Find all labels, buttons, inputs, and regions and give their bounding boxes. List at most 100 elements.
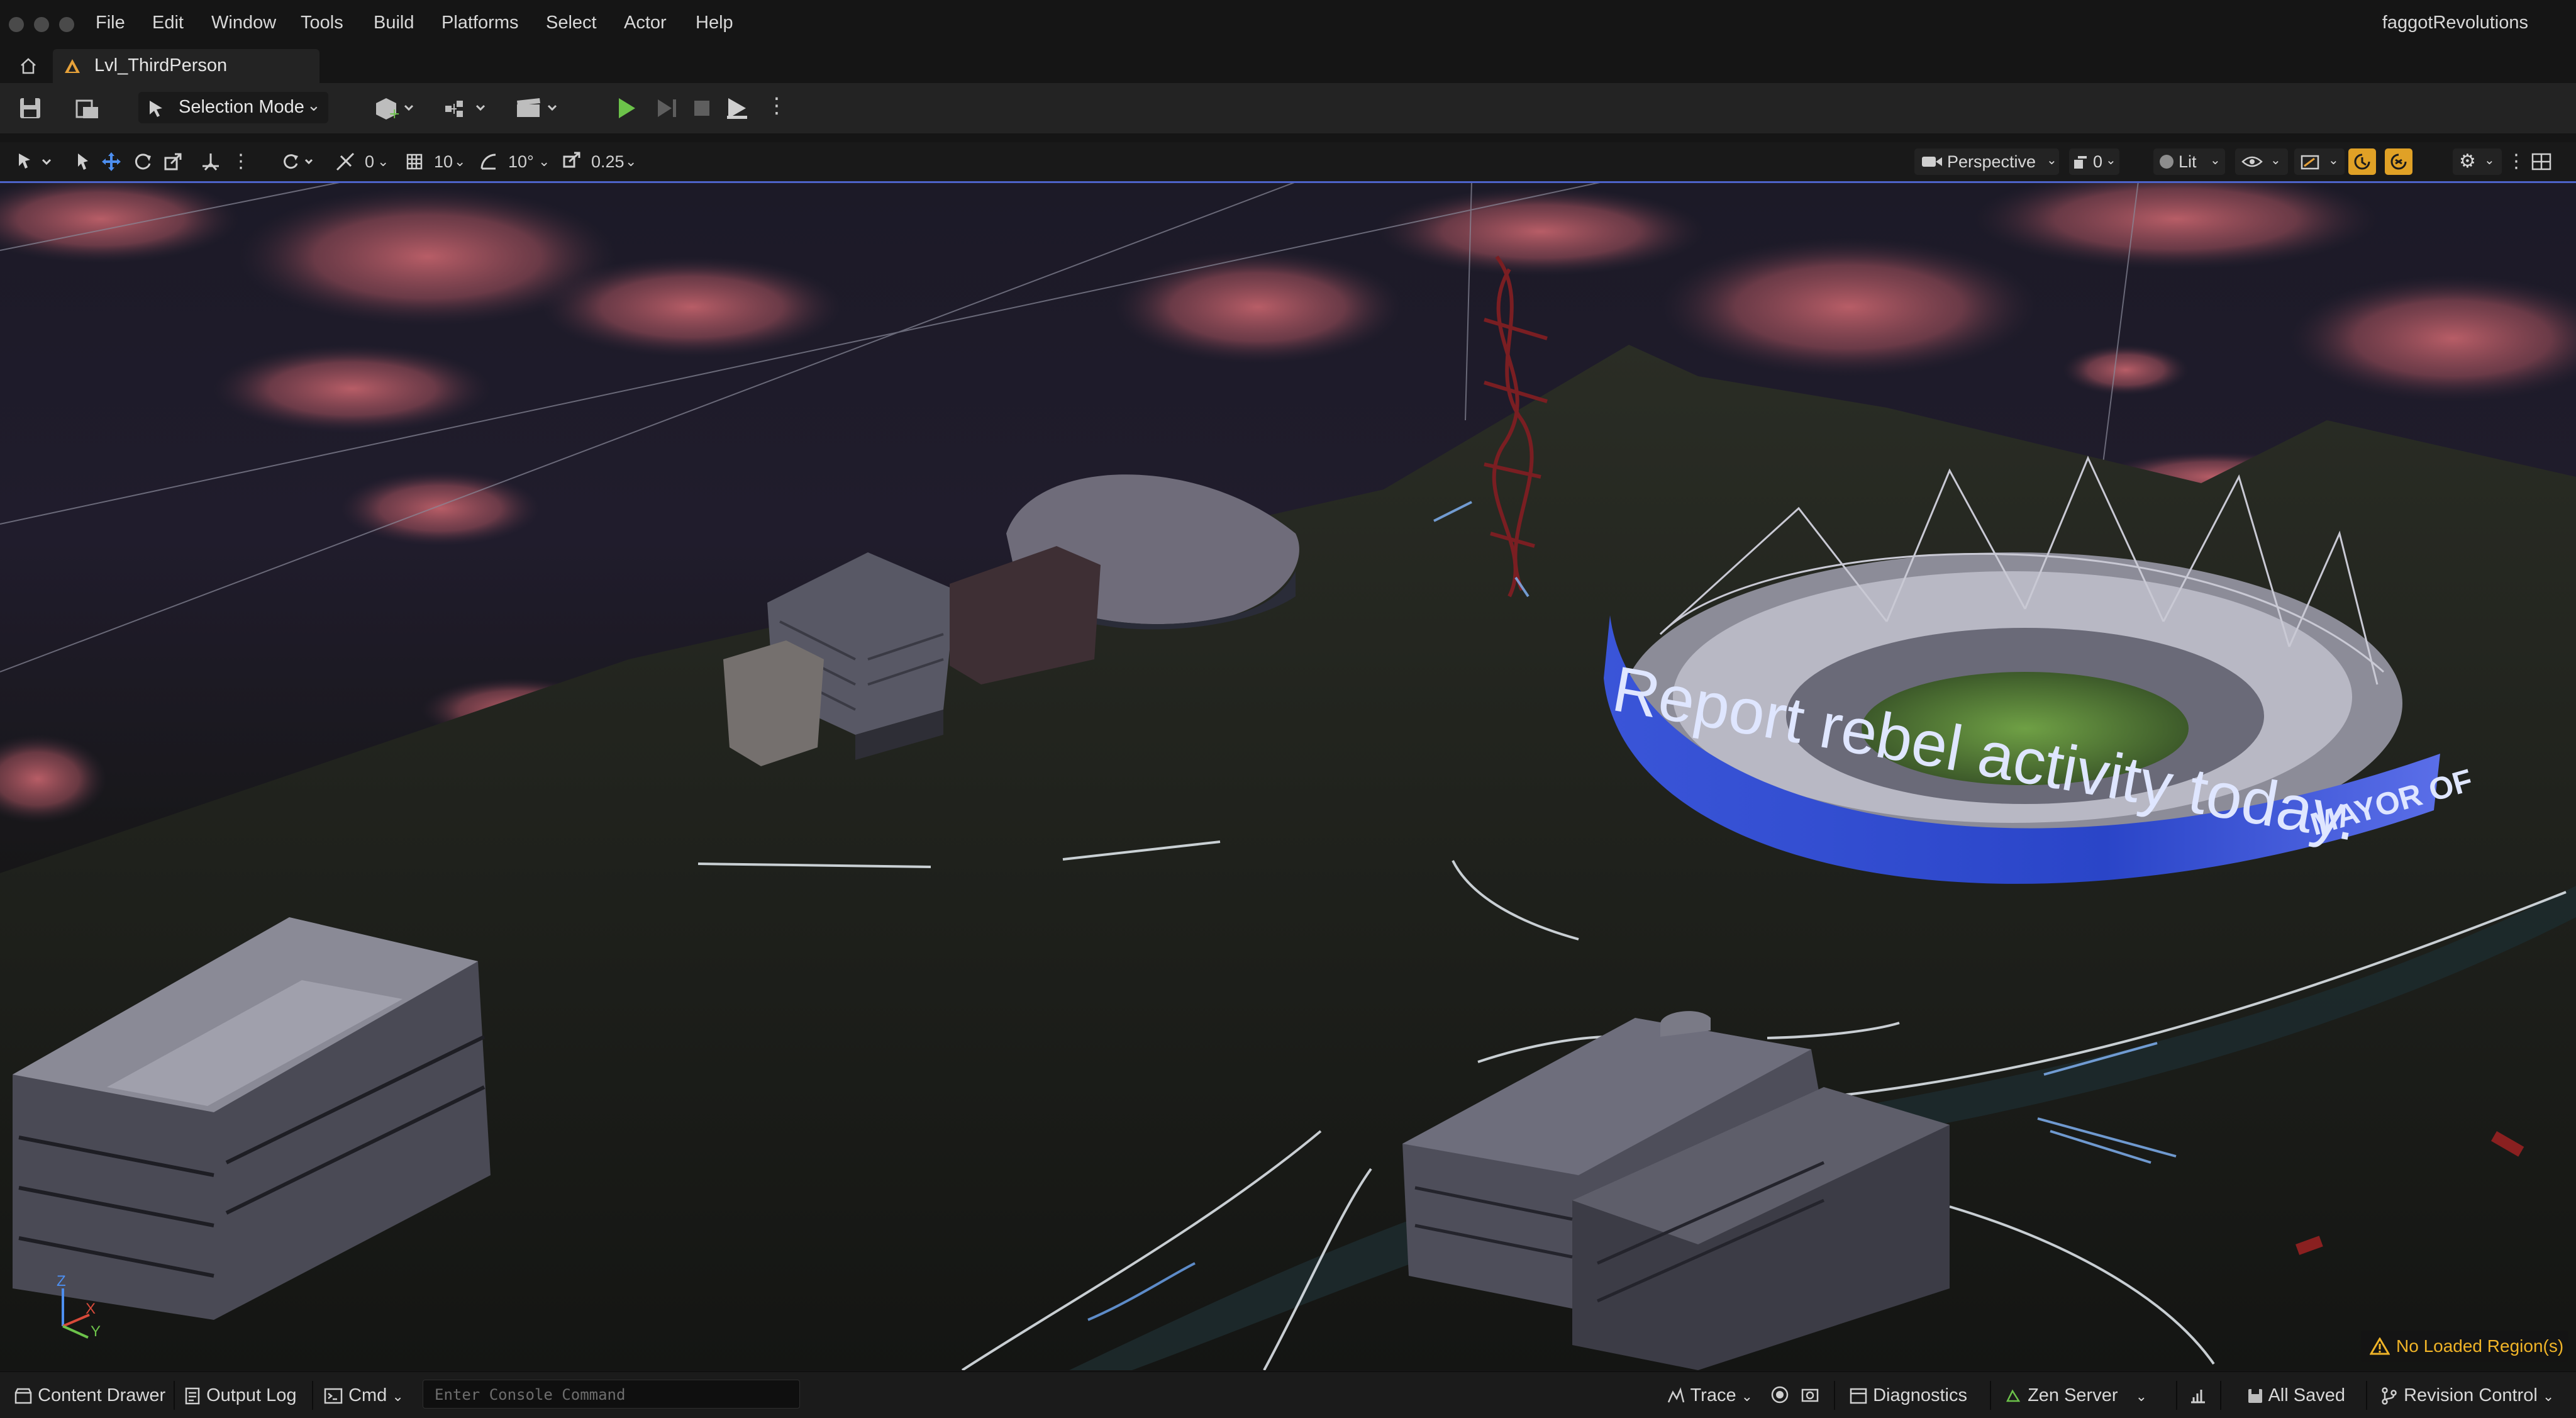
preview-settings-dropdown[interactable]: ⌄: [2294, 148, 2345, 175]
divider: [1990, 1381, 1991, 1410]
gear-icon: ⚙: [2459, 151, 2476, 172]
eject-icon[interactable]: [724, 94, 750, 122]
selection-mode-label: Selection Mode: [179, 97, 304, 117]
select-tool-icon[interactable]: [73, 151, 93, 172]
revision-control-dropdown[interactable]: Revision Control ⌄: [2380, 1385, 2554, 1407]
status-bar: Content Drawer Output Log Cmd ⌄ Enter Co…: [0, 1371, 2576, 1418]
rotation-snap-icon[interactable]: [478, 151, 499, 172]
viewport-settings-dropdown[interactable]: ⚙ ⌄: [2453, 148, 2502, 175]
selection-mode-dropdown[interactable]: Selection Mode ⌄: [138, 92, 328, 123]
menu-tools[interactable]: Tools: [301, 13, 343, 33]
move-tool-icon[interactable]: [101, 151, 122, 172]
scene-render[interactable]: Report rebel activity today. MAYOR OF: [0, 181, 2576, 1370]
translate-snap-icon[interactable]: [335, 151, 356, 172]
camera-speed-icon: [2074, 156, 2087, 169]
cmd-label: Cmd: [348, 1385, 387, 1405]
transform-select-dropdown[interactable]: [15, 150, 55, 174]
viewport-options-icon[interactable]: ⋮: [2507, 150, 2526, 174]
chevron-down-icon: ⌄: [2135, 1388, 2148, 1404]
lit-mode-dropdown[interactable]: Lit ⌄: [2153, 148, 2225, 175]
menu-edit[interactable]: Edit: [152, 13, 184, 33]
scale-tool-icon[interactable]: [162, 151, 184, 172]
save-status-button[interactable]: All Saved: [2246, 1385, 2345, 1406]
browse-level-icon[interactable]: [74, 96, 102, 121]
grid-snap-icon[interactable]: [404, 151, 425, 172]
viewport-layout-icon[interactable]: [2531, 152, 2552, 171]
camera-speed-dropdown[interactable]: 0 ⌄: [2069, 148, 2119, 175]
rotate-tool-icon[interactable]: [132, 151, 153, 172]
divider: [2176, 1381, 2177, 1410]
add-actor-icon[interactable]: +: [374, 96, 419, 121]
revision-control-label: Revision Control: [2404, 1385, 2538, 1405]
chevron-down-icon: ⌄: [625, 154, 637, 169]
maximize-window-button[interactable]: [59, 17, 74, 32]
content-drawer-label: Content Drawer: [38, 1385, 166, 1405]
main-toolbar: Selection Mode ⌄ + ⋮: [0, 83, 2576, 133]
minimize-window-button[interactable]: [34, 17, 49, 32]
chevron-down-icon: ⌄: [2210, 154, 2221, 167]
translate-snap-value[interactable]: 0: [365, 150, 374, 174]
screenshot-icon[interactable]: [1800, 1385, 1820, 1405]
eye-icon: [2241, 156, 2263, 167]
more-tools-icon[interactable]: ⋮: [231, 150, 250, 174]
chevron-down-icon: ⌄: [2542, 1388, 2555, 1404]
chevron-down-icon: ⌄: [392, 1388, 404, 1404]
perspective-dropdown[interactable]: Perspective ⌄: [1914, 148, 2059, 175]
divider: [1834, 1381, 1835, 1410]
scale-snap-value[interactable]: 0.25: [591, 150, 625, 174]
menu-build[interactable]: Build: [374, 13, 414, 33]
axis-x-label: X: [86, 1300, 96, 1317]
save-icon[interactable]: [18, 96, 43, 121]
scale-snap-icon[interactable]: [561, 151, 582, 172]
output-log-button[interactable]: Output Log: [184, 1385, 297, 1406]
console-command-input[interactable]: Enter Console Command: [423, 1380, 800, 1409]
grid-snap-value[interactable]: 10: [434, 150, 453, 174]
terminal-icon: [324, 1388, 343, 1404]
diagnostics-icon: [1850, 1388, 1867, 1404]
step-frame-icon[interactable]: [654, 94, 679, 122]
play-icon[interactable]: [614, 94, 639, 122]
show-flags-dropdown[interactable]: ⌄: [2235, 148, 2288, 175]
blueprint-icon[interactable]: [443, 96, 491, 121]
stop-icon[interactable]: [689, 94, 714, 122]
chevron-down-icon: ⌄: [454, 154, 466, 169]
trace-label: Trace: [1690, 1385, 1736, 1405]
zen-server-dropdown[interactable]: Zen Server ⌄: [2004, 1385, 2147, 1407]
trace-dropdown[interactable]: Trace ⌄: [1667, 1385, 1753, 1407]
menu-file[interactable]: File: [96, 13, 125, 33]
content-drawer-button[interactable]: Content Drawer: [14, 1385, 165, 1406]
tab-level[interactable]: Lvl_ThirdPerson: [53, 49, 319, 83]
diagnostics-button[interactable]: Diagnostics: [1849, 1385, 1967, 1406]
derived-data-icon[interactable]: [2189, 1386, 2207, 1405]
level-viewport[interactable]: Report rebel activity today. MAYOR OF Z …: [0, 181, 2576, 1370]
menu-window[interactable]: Window: [211, 13, 276, 33]
zen-server-icon: [2006, 1389, 2021, 1402]
chevron-down-icon: ⌄: [2328, 154, 2339, 167]
camera-icon: [1922, 157, 1942, 167]
close-window-button[interactable]: [9, 17, 24, 32]
cinematics-icon[interactable]: [514, 96, 562, 121]
menu-platforms[interactable]: Platforms: [441, 13, 518, 33]
surface-snap-icon[interactable]: [200, 151, 221, 172]
menu-actor[interactable]: Actor: [624, 13, 667, 33]
game-view-toggle[interactable]: [2385, 148, 2412, 175]
rotation-snap-value[interactable]: 10°: [508, 150, 534, 174]
chevron-down-icon: ⌄: [307, 96, 321, 114]
menu-help[interactable]: Help: [696, 13, 733, 33]
axis-gizmo: Z X Y: [57, 1273, 101, 1339]
home-icon[interactable]: [19, 57, 38, 75]
lit-sphere-icon: [2160, 155, 2174, 169]
cmd-dropdown[interactable]: Cmd ⌄: [323, 1385, 404, 1407]
realtime-toggle[interactable]: [2348, 148, 2376, 175]
world-local-icon[interactable]: [280, 151, 318, 172]
no-loaded-regions-warning[interactable]: No Loaded Region(s): [2361, 1331, 2568, 1362]
game-view-icon: [2390, 154, 2407, 170]
more-options-icon[interactable]: ⋮: [766, 93, 787, 118]
record-trace-icon[interactable]: [1770, 1385, 1790, 1405]
trace-icon: [1667, 1387, 1685, 1403]
realtime-icon: [2354, 154, 2370, 170]
menu-select[interactable]: Select: [546, 13, 597, 33]
divider: [2366, 1381, 2367, 1410]
divider: [174, 1381, 175, 1410]
chevron-down-icon: ⌄: [538, 154, 550, 169]
